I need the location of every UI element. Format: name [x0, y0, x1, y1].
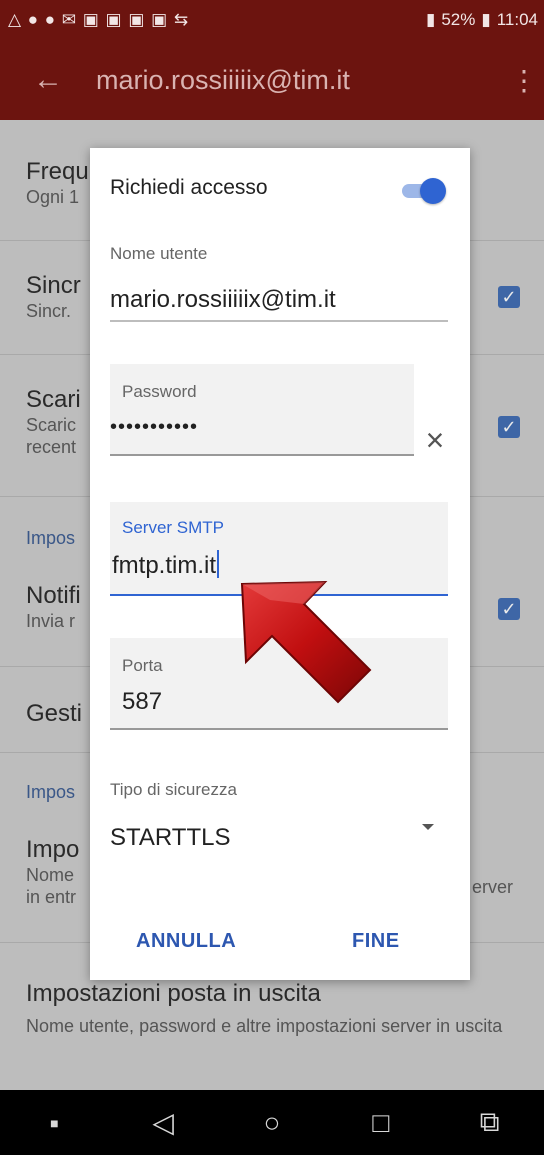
dual-window-icon[interactable]: ⧉ — [470, 1106, 510, 1139]
settings-item-outgoing-title[interactable]: Impostazioni posta in uscita — [26, 980, 321, 1008]
notifications-checkbox[interactable]: ✓ — [498, 598, 520, 620]
sync-checkbox[interactable]: ✓ — [498, 286, 520, 308]
password-label: Password — [122, 382, 197, 401]
clock: 11:04 — [496, 10, 538, 29]
settings-item-manage: Gesti — [26, 700, 83, 727]
security-type-label: Tipo di sicurezza — [110, 780, 237, 799]
smtp-label: Server SMTP — [122, 518, 225, 537]
settings-item-notifications: Notifi Invia r — [26, 582, 81, 631]
status-icons: △ ● ● ✉ ▣ ▣ ▣ ▣ ⇆ — [8, 10, 190, 29]
security-type-select[interactable]: STARTTLS — [110, 824, 230, 852]
battery-icon: ▮ — [481, 10, 491, 29]
settings-item-outgoing-sub: Nome utente, password e altre impostazio… — [26, 1016, 503, 1036]
require-login-label: Richiedi accesso — [110, 176, 268, 199]
port-label: Porta — [122, 656, 163, 675]
battery-percent: 52% — [441, 10, 476, 29]
section-header-notifications: Impos — [26, 528, 76, 548]
account-title: mario.rossiiiiix@tim.it — [96, 64, 350, 95]
red-arrow-annotation — [240, 580, 372, 704]
username-underline — [110, 320, 448, 322]
password-field-bg — [110, 364, 414, 456]
settings-item-sync: Sincr Sincr. — [26, 272, 81, 321]
back-arrow-icon[interactable]: ← — [0, 63, 96, 97]
signal-icon: ▮ — [425, 10, 436, 29]
outgoing-server-dialog: Richiedi accesso Nome utente mario.rossi… — [90, 148, 470, 980]
home-icon[interactable]: ○ — [252, 1107, 292, 1139]
back-icon[interactable]: ◁ — [143, 1106, 183, 1139]
recents-icon[interactable]: □ — [361, 1107, 401, 1139]
settings-item-download: Scari Scaric recent — [26, 386, 81, 457]
clear-password-icon[interactable]: × — [420, 424, 450, 456]
navigation-bar: ■ ◁ ○ □ ⧉ — [0, 1090, 544, 1155]
port-input[interactable]: 587 — [122, 688, 162, 716]
download-checkbox[interactable]: ✓ — [498, 416, 520, 438]
dropdown-caret-icon[interactable] — [422, 824, 434, 830]
password-input[interactable]: ••••••••••• — [110, 416, 198, 439]
status-bar: △ ● ● ✉ ▣ ▣ ▣ ▣ ⇆ ▮ 52% ▮ 11:04 — [0, 0, 544, 40]
app-bar: ← mario.rossiiiiix@tim.it ⋮ — [0, 40, 544, 120]
settings-item-incoming: Impo Nome in entr — [26, 836, 80, 907]
done-button[interactable]: FINE — [352, 930, 400, 953]
overflow-menu-icon[interactable]: ⋮ — [504, 64, 544, 97]
cancel-button[interactable]: ANNULLA — [136, 930, 236, 953]
settings-item-frequency: Frequ Ogni 1 — [26, 158, 89, 207]
username-label: Nome utente — [110, 244, 208, 263]
incoming-sub-right: erver — [472, 877, 514, 897]
text-cursor — [217, 550, 220, 578]
password-underline — [110, 454, 414, 456]
section-header-server: Impos — [26, 782, 76, 802]
username-input[interactable]: mario.rossiiiiix@tim.it — [110, 286, 336, 314]
port-underline — [110, 728, 448, 730]
require-login-toggle[interactable] — [402, 178, 446, 204]
smtp-input[interactable]: fmtp.tim.it — [112, 550, 220, 580]
dot-icon[interactable]: ■ — [34, 1115, 74, 1131]
